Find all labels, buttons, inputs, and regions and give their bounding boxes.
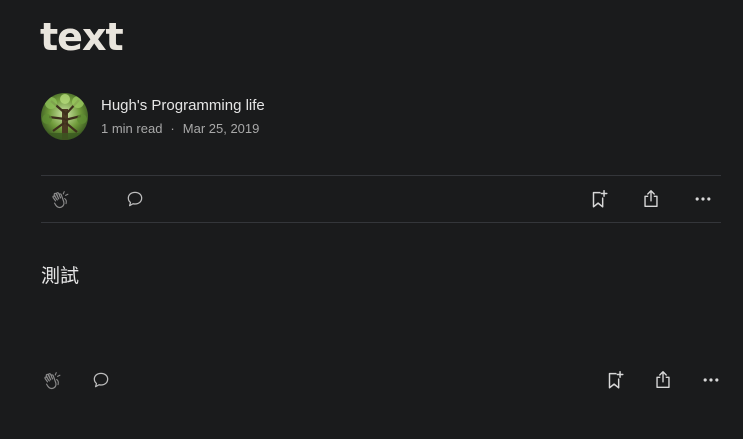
bookmark-plus-icon [592,190,608,208]
save-button[interactable] [587,187,611,211]
read-time: 1 min read [101,121,163,136]
more-options-button[interactable] [691,187,715,211]
clap-button[interactable] [49,187,73,211]
author-meta: Hugh's Programming life 1 min read · Mar 2… [101,96,265,137]
article-title: text [40,15,124,59]
speech-bubble-icon [93,372,109,388]
clap-icon [52,191,69,209]
clap-button-bottom[interactable] [41,368,65,392]
ellipsis-icon [703,378,719,382]
meta-separator: · [170,121,175,136]
speech-bubble-icon [127,191,143,207]
clap-icon [44,372,61,390]
bookmark-plus-icon [608,371,624,389]
responses-button-bottom[interactable] [89,368,113,392]
share-button-bottom[interactable] [651,368,675,392]
share-button[interactable] [639,187,663,211]
article-body: 測試 [41,265,80,287]
save-button-bottom[interactable] [603,368,627,392]
share-icon [656,371,670,389]
article-meta: 1 min read · Mar 25, 2019 [101,121,265,137]
author-row: Hugh's Programming life 1 min read · Mar 2… [41,93,265,140]
share-icon [644,190,658,208]
avatar-image [41,93,88,140]
more-options-button-bottom[interactable] [699,368,723,392]
bottom-action-bar [41,357,731,403]
author-avatar[interactable] [41,93,88,140]
author-name-link[interactable]: Hugh's Programming life [101,96,265,116]
responses-button[interactable] [123,187,147,211]
top-action-bar [41,175,721,223]
publish-date: Mar 25, 2019 [182,121,260,136]
ellipsis-icon [695,197,711,201]
article-page: text Hugh's Programming life 1 min read … [0,0,743,439]
